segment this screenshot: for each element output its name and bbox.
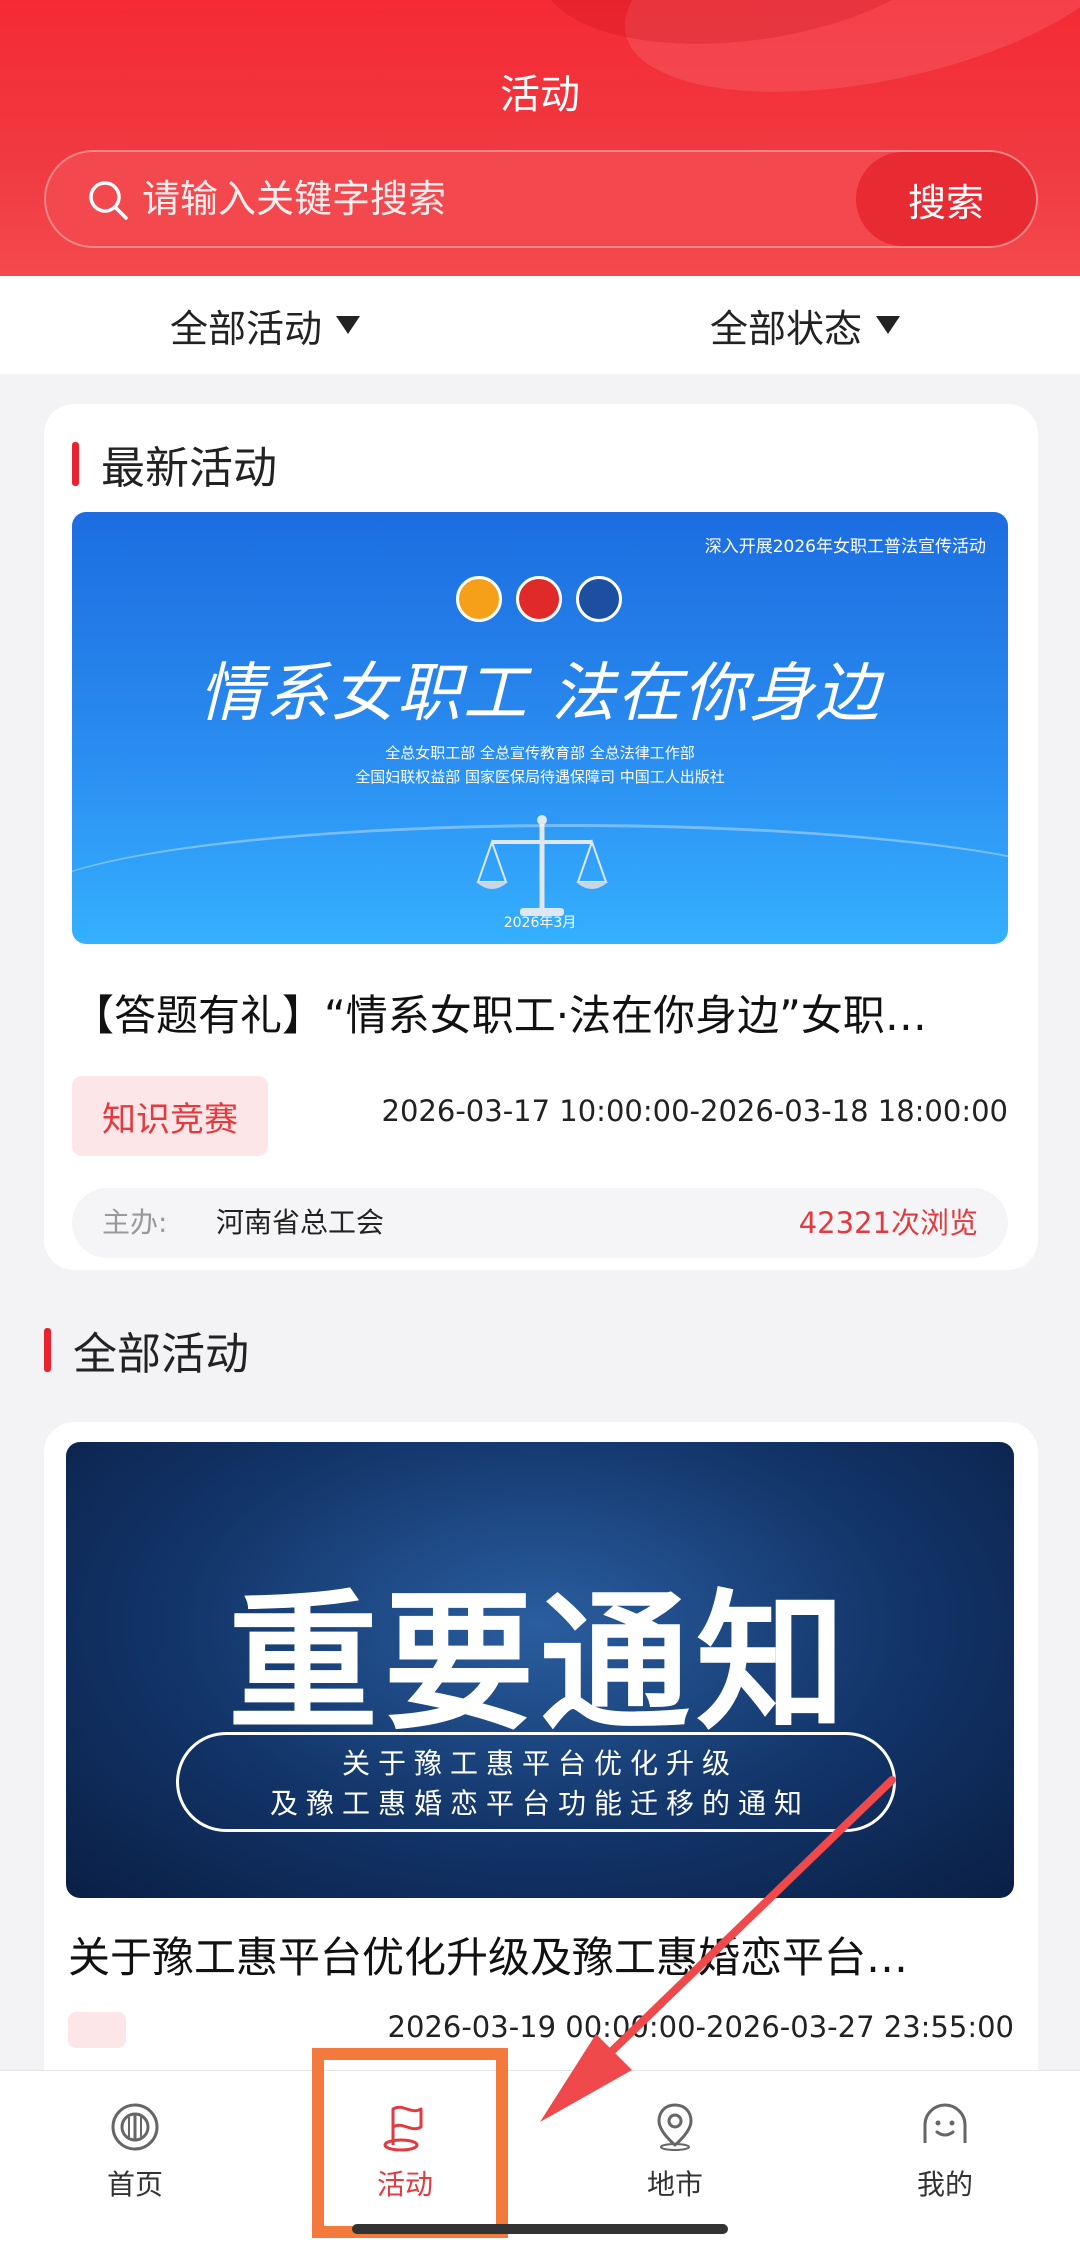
view-count: 42321次浏览 (798, 1206, 978, 1240)
section-marker (44, 1328, 51, 1372)
tab-home[interactable]: 首页 (45, 2099, 225, 2203)
tab-me-label: 我的 (916, 2168, 973, 2201)
activity-type-tag (68, 2012, 126, 2048)
filter-all-activities-label: 全部活动 (170, 306, 323, 351)
tab-home-label: 首页 (106, 2168, 163, 2201)
tab-city[interactable]: 地市 (585, 2099, 765, 2203)
caret-down-icon (336, 316, 361, 334)
activity-type-tag: 知识竞赛 (72, 1076, 268, 1156)
section-title-text: 全部活动 (73, 1329, 249, 1380)
banner-top-text: 深入开展2026年女职工普法宣传活动 (704, 537, 986, 557)
user-face-icon (923, 2103, 967, 2143)
filter-bar: 全部活动 全部状态 (0, 276, 1080, 374)
banner-decoration (72, 824, 1008, 944)
filter-all-status-label: 全部状态 (710, 306, 863, 351)
host-name: 河南省总工会 (216, 1206, 385, 1239)
activity-time: 2026-03-17 10:00:00-2026-03-18 18:00:00 (381, 1094, 1008, 1128)
union-emblem-icon (456, 576, 502, 622)
section-title-all: 全部活动 (44, 1318, 249, 1382)
activity-info-row: 主办: 河南省总工会 42321次浏览 (72, 1188, 1008, 1258)
section-title-latest: 最新活动 (72, 432, 277, 496)
latest-activity-banner[interactable]: 深入开展2026年女职工普法宣传活动 情系女职工 法在你身边 全总女职工部 全总… (72, 512, 1008, 944)
womens-federation-emblem-icon (516, 576, 562, 622)
search-input[interactable] (142, 152, 882, 246)
activity-title[interactable]: 关于豫工惠平台优化升级及豫工惠婚恋平台… (68, 1924, 1014, 1985)
tab-city-label: 地市 (646, 2168, 703, 2201)
filter-all-status[interactable]: 全部状态 (710, 276, 901, 374)
banner-subtitle-line1: 关于豫工惠平台优化升级 (341, 1747, 738, 1780)
bottom-tab-bar: 首页 活动 地市 我的 (0, 2070, 1080, 2249)
host-label: 主办: (102, 1206, 168, 1239)
home-indicator[interactable] (352, 2224, 728, 2234)
highlight-box (312, 2048, 508, 2238)
emblem-group (456, 576, 622, 622)
latest-activity-card[interactable]: 最新活动 深入开展2026年女职工普法宣传活动 情系女职工 法在你身边 全总女职… (44, 404, 1038, 1270)
publisher-emblem-icon (576, 576, 622, 622)
filter-all-activities[interactable]: 全部活动 (170, 276, 361, 374)
banner-organizers-line2: 全国妇联权益部 国家医保局待遇保障司 中国工人出版社 (355, 768, 725, 786)
banner-subtitle-line2: 及豫工惠婚恋平台功能迁移的通知 (269, 1787, 810, 1820)
union-emblem-icon (111, 2103, 159, 2151)
section-title-text: 最新活动 (101, 443, 277, 494)
activity-time: 2026-03-19 00:00:00-2026-03-27 23:55:00 (387, 2010, 1014, 2044)
search-icon (89, 181, 128, 220)
activity-card[interactable]: 重要通知 关于豫工惠平台优化升级 及豫工惠婚恋平台功能迁移的通知 关于豫工惠平台… (44, 1422, 1038, 2102)
tab-me[interactable]: 我的 (855, 2099, 1035, 2203)
latest-activity-title[interactable]: 【答题有礼】“情系女职工·法在你身边”女职… (72, 982, 1012, 1043)
caret-down-icon (876, 316, 901, 334)
banner-organizers-line1: 全总女职工部 全总宣传教育部 全总法律工作部 (385, 744, 695, 762)
location-pin-icon (657, 2103, 693, 2151)
banner-slogan: 情系女职工 法在你身边 (198, 657, 882, 731)
header: 活动 搜索 (0, 0, 1080, 276)
search-button[interactable]: 搜索 (856, 152, 1036, 246)
search-bar: 搜索 (44, 150, 1038, 248)
section-marker (72, 442, 79, 486)
banner-headline: 重要通知 (227, 1575, 852, 1751)
activity-banner[interactable]: 重要通知 关于豫工惠平台优化升级 及豫工惠婚恋平台功能迁移的通知 (66, 1442, 1014, 1898)
page-title: 活动 (500, 72, 580, 118)
